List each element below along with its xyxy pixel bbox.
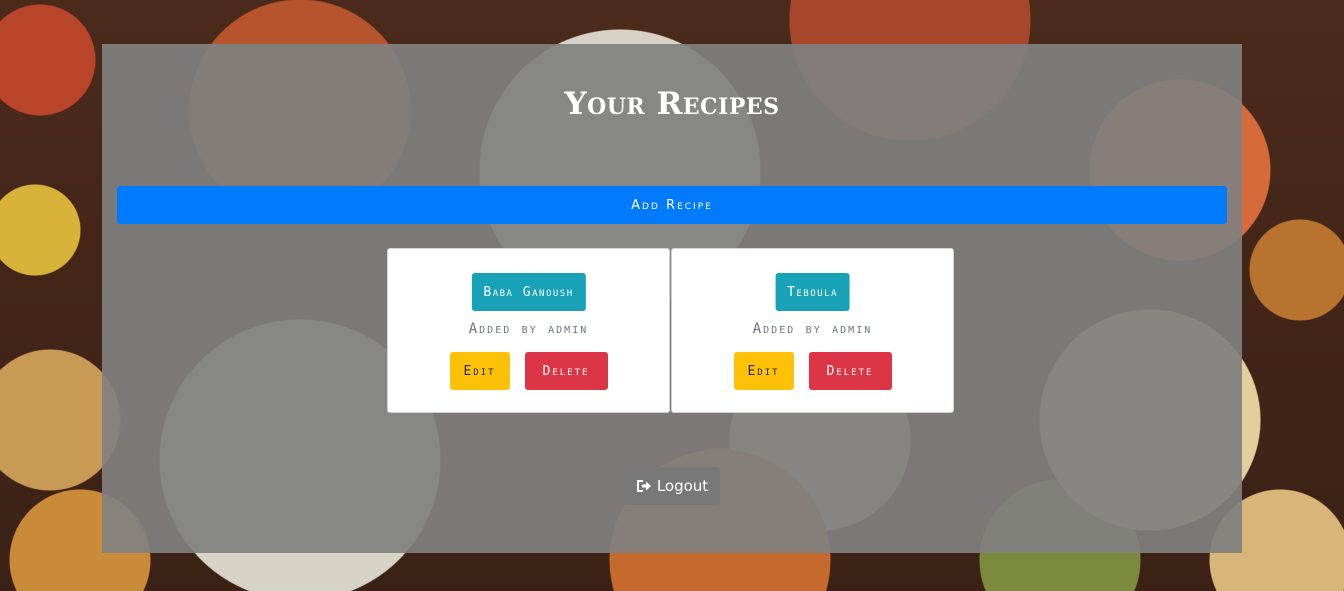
recipe-author-text: Added by admin [752,321,873,337]
recipe-card: Teboula Added by admin Edit Delete [671,248,954,413]
recipe-name-button[interactable]: Baba Ganoush [471,273,586,311]
edit-recipe-button[interactable]: Edit [733,352,794,390]
edit-recipe-button[interactable]: Edit [449,352,510,390]
sign-out-icon [636,480,651,492]
recipe-author-text: Added by admin [468,321,589,337]
recipe-card-actions: Edit Delete [388,352,669,390]
recipe-card-actions: Edit Delete [672,352,953,390]
delete-recipe-button[interactable]: Delete [524,352,608,390]
recipe-name-button[interactable]: Teboula [775,273,850,311]
delete-recipe-button[interactable]: Delete [808,352,892,390]
page-title: Your Recipes [564,86,780,122]
recipe-card: Baba Ganoush Added by admin Edit Delete [387,248,670,413]
logout-label: Logout [656,477,709,495]
recipe-card-list: Baba Ganoush Added by admin Edit Delete … [387,248,955,413]
add-recipe-button[interactable]: Add Recipe [117,186,1227,224]
logout-button[interactable]: Logout [624,467,720,505]
